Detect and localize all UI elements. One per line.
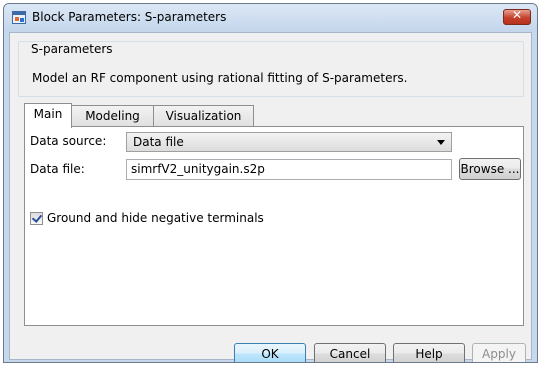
tab-visualization[interactable]: Visualization: [153, 105, 254, 127]
tab-modeling-label: Modeling: [85, 109, 140, 123]
data-file-label: Data file:: [30, 162, 85, 176]
data-source-label: Data source:: [30, 134, 107, 148]
ground-terminals-label[interactable]: Ground and hide negative terminals: [47, 211, 264, 225]
help-button[interactable]: Help: [393, 343, 465, 362]
checkmark-icon: [31, 212, 43, 223]
tab-main-label: Main: [33, 107, 63, 121]
block-description-group: S-parameters: [18, 41, 524, 97]
tab-modeling[interactable]: Modeling: [71, 105, 154, 127]
window-title: Block Parameters: S-parameters: [32, 10, 227, 24]
data-file-input[interactable]: simrfV2_unitygain.s2p: [126, 159, 452, 180]
simulink-block-icon: [12, 11, 26, 24]
title-bar[interactable]: Block Parameters: S-parameters ✕: [4, 4, 537, 32]
data-file-value: simrfV2_unitygain.s2p: [131, 162, 265, 176]
block-name-heading: S-parameters: [29, 42, 115, 56]
tab-main[interactable]: Main: [24, 103, 72, 128]
cancel-button[interactable]: Cancel: [314, 343, 386, 362]
main-tab-panel: Data source: Data file Data file: simrfV…: [24, 126, 524, 326]
apply-button[interactable]: Apply: [472, 343, 526, 362]
dialog-client-area: S-parameters Model an RF component using…: [9, 32, 532, 362]
block-description: Model an RF component using rational fit…: [32, 71, 408, 85]
tab-visualization-label: Visualization: [165, 109, 242, 123]
close-icon: ✕: [511, 8, 523, 22]
ok-button[interactable]: OK: [234, 343, 306, 362]
dialog-window: Block Parameters: S-parameters ✕ S-param…: [3, 3, 538, 363]
close-button[interactable]: ✕: [503, 8, 531, 25]
chevron-down-icon: [437, 140, 445, 145]
data-source-value: Data file: [133, 135, 184, 149]
ground-terminals-checkbox[interactable]: [30, 212, 43, 225]
data-source-dropdown[interactable]: Data file: [126, 132, 452, 152]
browse-button[interactable]: Browse ...: [459, 158, 521, 180]
